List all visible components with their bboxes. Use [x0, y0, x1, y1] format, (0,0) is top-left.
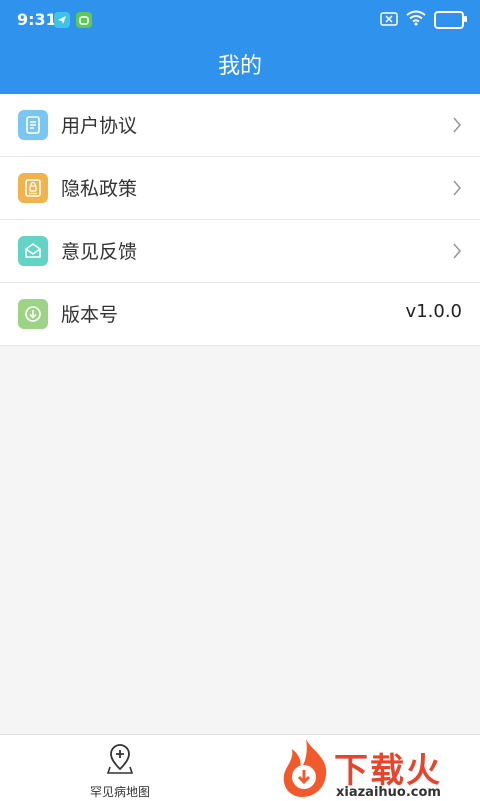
- settings-list: 用户协议 隐私政策 意见反馈 版本号 v1.0.0: [0, 94, 480, 346]
- map-pin-plus-icon: [106, 744, 134, 779]
- status-bar: 9:31 100: [0, 0, 480, 40]
- battery-level: 100: [439, 15, 459, 25]
- download-icon: [18, 299, 48, 329]
- battery-icon: 100: [434, 11, 467, 29]
- menu-item-label: 意见反馈: [61, 241, 138, 263]
- menu-item-feedback[interactable]: 意见反馈: [0, 220, 480, 283]
- title-bar: 我的: [0, 40, 480, 94]
- mail-icon: [18, 236, 48, 266]
- nav-item-label: 罕见病地图: [89, 785, 150, 799]
- menu-item-version: 版本号 v1.0.0: [0, 283, 480, 346]
- menu-item-user-agreement[interactable]: 用户协议: [0, 94, 480, 157]
- watermark-text-en: xiazaihuo.com: [336, 785, 441, 800]
- nav-item-rare-disease-map[interactable]: 罕见病地图: [80, 743, 160, 800]
- watermark-logo: 下载火 xiazaihuo.com: [278, 737, 470, 801]
- menu-item-label: 版本号: [61, 304, 119, 326]
- no-sim-icon: [380, 11, 398, 30]
- chevron-right-icon: [452, 179, 462, 201]
- privacy-icon: [18, 173, 48, 203]
- chevron-right-icon: [452, 116, 462, 138]
- chevron-right-icon: [452, 242, 462, 264]
- wifi-icon: [406, 10, 426, 30]
- version-value: v1.0.0: [405, 301, 462, 322]
- flame-logo-icon: [283, 739, 327, 797]
- location-app-icon: [54, 12, 70, 28]
- status-time: 9:31: [17, 10, 57, 29]
- document-icon: [18, 110, 48, 140]
- menu-item-label: 隐私政策: [61, 178, 138, 200]
- menu-item-label: 用户协议: [61, 115, 138, 137]
- page-title: 我的: [217, 54, 262, 79]
- android-app-icon: [76, 12, 92, 28]
- bottom-nav: 罕见病地图 下载火 xiazaihuo.com: [0, 734, 480, 801]
- menu-item-privacy-policy[interactable]: 隐私政策: [0, 157, 480, 220]
